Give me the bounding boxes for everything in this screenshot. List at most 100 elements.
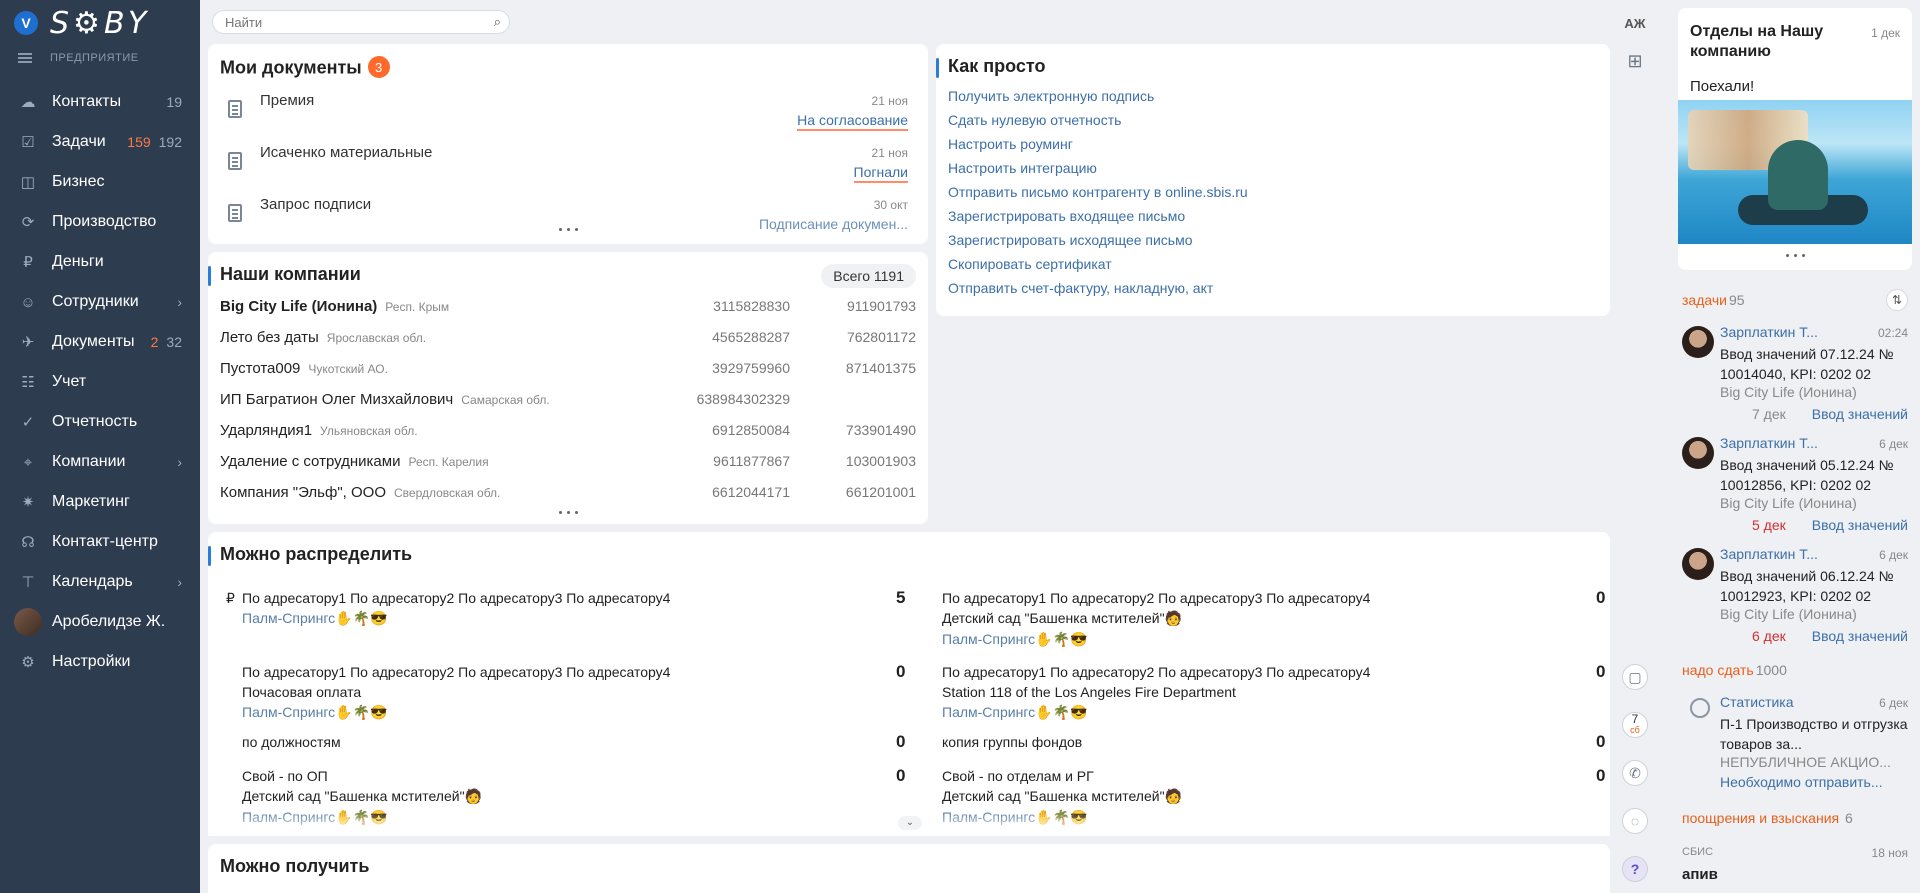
distribute-item[interactable]: По адресатору1 По адресатору2 По адресат… [242, 590, 670, 627]
search-box[interactable]: ⌕ [212, 10, 510, 34]
how-simple-link[interactable]: Скопировать сертификат [948, 256, 1112, 272]
distribute-title: Свой - по отделам и РГ [942, 768, 1094, 784]
how-simple-link[interactable]: Зарегистрировать входящее письмо [948, 208, 1185, 224]
our-companies-title[interactable]: Наши компании [220, 264, 361, 285]
document-row[interactable]: Исаченко материальные 21 ноя Погнали [220, 144, 920, 194]
document-status[interactable]: На согласование [797, 112, 908, 131]
task-item[interactable]: Зарплаткин Т... 6 дек Ввод значений 05.12.… [1682, 435, 1908, 541]
task-action-link[interactable]: Ввод значений [1812, 406, 1908, 422]
org-switcher[interactable]: ПРЕДПРИЯТИЕ [18, 52, 139, 64]
can-distribute-title[interactable]: Можно распределить [220, 544, 412, 565]
statistics-link[interactable]: Необходимо отправить... [1720, 774, 1883, 790]
chevron-down-icon[interactable]: ⌄ [898, 816, 922, 830]
more-dots-icon[interactable] [1783, 250, 1807, 260]
chevron-right-icon[interactable]: › [177, 574, 182, 590]
document-row[interactable]: Запрос подписи 30 окт Подписание докумен..… [220, 196, 920, 246]
more-dots-icon[interactable] [556, 507, 580, 517]
task-item[interactable]: Зарплаткин Т... 02:24 Ввод значений 07.12.… [1682, 324, 1908, 430]
rewards-header[interactable]: поощрения и взыскания 6 [1682, 810, 1853, 826]
nav-item-3[interactable]: ⟳ Производство [0, 202, 200, 242]
task-author[interactable]: Зарплаткин Т... [1720, 435, 1850, 451]
help-button[interactable]: ? [1622, 856, 1648, 882]
how-simple-link[interactable]: Получить электронную подпись [948, 88, 1154, 104]
tasks-count: 95 [1728, 292, 1745, 308]
task-author[interactable]: Зарплаткин Т... [1720, 546, 1850, 562]
nav-item-14[interactable]: ⚙ Настройки [0, 642, 200, 682]
search-icon[interactable]: ⌕ [494, 14, 501, 30]
nav-item-10[interactable]: ✷ Маркетинг [0, 482, 200, 522]
headset-icon: ☊ [21, 534, 35, 551]
logo[interactable]: V S⚙BY [14, 6, 150, 41]
phone-icon[interactable]: ✆ [1622, 760, 1648, 786]
task-item[interactable]: Зарплаткин Т... 6 дек Ввод значений 06.12.… [1682, 546, 1908, 652]
grid-icon[interactable]: ⊞ [1622, 48, 1648, 74]
company-region: Самарская обл. [461, 393, 550, 407]
nav-item-7[interactable]: ☷ Учет [0, 362, 200, 402]
distribute-item[interactable]: копия группы фондов [942, 734, 1082, 750]
more-dots-icon[interactable] [556, 224, 580, 234]
company-row[interactable]: Лето без даты Ярославская обл. 4565288287 7… [220, 329, 916, 353]
task-action-link[interactable]: Ввод значений [1812, 628, 1908, 644]
distribute-item[interactable]: По адресатору1 По адресатору2 По адресат… [242, 664, 670, 721]
nav-item-1[interactable]: ☑ Задачи 159 192 [0, 122, 200, 162]
nav-item-2[interactable]: ◫ Бизнес [0, 162, 200, 202]
distribute-item[interactable]: По адресатору1 По адресатору2 По адресат… [942, 590, 1370, 648]
task-action-link[interactable]: Ввод значений [1812, 517, 1908, 533]
nav-label: Компании [52, 453, 126, 470]
nav-item-8[interactable]: ✓ Отчетность [0, 402, 200, 442]
company-kpp: 661201001 [845, 484, 916, 500]
nav-item-5[interactable]: ☺ Сотрудники › [0, 282, 200, 322]
how-simple-link[interactable]: Сдать нулевую отчетность [948, 112, 1121, 128]
tasks-header[interactable]: задачи 95 [1682, 292, 1745, 308]
distribute-item[interactable]: по должностям [242, 734, 341, 750]
how-simple-link[interactable]: Зарегистрировать исходящее письмо [948, 232, 1193, 248]
chevron-right-icon[interactable]: › [177, 454, 182, 470]
note-icon[interactable]: ▢ [1622, 664, 1648, 690]
company-row[interactable]: Ударляндия1 Ульяновская обл. 6912850084 733… [220, 422, 916, 446]
how-simple-link[interactable]: Отправить счет-фактуру, накладную, акт [948, 280, 1213, 296]
nav-item-4[interactable]: ₽ Деньги [0, 242, 200, 282]
my-documents-title[interactable]: Мои документы 3 [220, 56, 390, 79]
search-input[interactable] [225, 14, 465, 30]
nav-item-0[interactable]: ☁ Контакты 19 [0, 82, 200, 122]
how-simple-link[interactable]: Настроить интеграцию [948, 160, 1097, 176]
company-row[interactable]: Удаление с сотрудниками Респ. Карелия 9611… [220, 453, 916, 477]
company-row[interactable]: Компания "Эльф", ООО Свердловская обл. 661… [220, 484, 916, 508]
nav-count: 159 192 [127, 134, 182, 150]
companies-total[interactable]: Всего 1191 [821, 264, 916, 288]
rewards-label: поощрения и взыскания [1682, 810, 1840, 826]
submit-header[interactable]: надо сдать 1000 [1682, 662, 1787, 678]
calendar-icon[interactable]: 7 сб [1622, 712, 1648, 738]
distribute-item[interactable]: По адресатору1 По адресатору2 По адресат… [942, 664, 1370, 721]
menu-icon[interactable] [18, 53, 32, 63]
document-row[interactable]: Премия 21 ноя На согласование [220, 92, 920, 142]
task-org: Big City Life (Ионина) [1720, 495, 1857, 511]
chat-bubble-icon[interactable]: ◌ [1622, 808, 1648, 834]
nav-item-13[interactable]: Аробелидзе Ж. [0, 602, 200, 642]
nav-item-9[interactable]: ⌖ Компании › [0, 442, 200, 482]
distribute-location: Палм-Спрингс✋🌴😎 [942, 631, 1088, 647]
promo-card[interactable]: Отделы на Нашу компанию 1 дек Поехали! [1678, 8, 1912, 270]
nav-item-12[interactable]: ⊤ Календарь › [0, 562, 200, 602]
nav-count-hot: 159 [127, 134, 151, 150]
statistics-item[interactable]: Статистика 6 дек П-1 Производство и отгр… [1682, 694, 1908, 794]
submit-count: 1000 [1755, 662, 1787, 678]
can-receive-card: Можно получить [208, 844, 1610, 893]
sort-icon[interactable]: ⇅ [1886, 289, 1908, 311]
chevron-right-icon[interactable]: › [177, 294, 182, 310]
document-status[interactable]: Погнали [853, 164, 908, 183]
document-status[interactable]: Подписание докумен... [759, 216, 908, 233]
font-size-toggle[interactable]: АЖ [1622, 10, 1648, 36]
how-simple-link[interactable]: Отправить письмо контрагенту в online.sb… [948, 184, 1248, 200]
company-row[interactable]: Big City Life (Ионина) Респ. Крым 31158288… [220, 298, 916, 322]
company-row[interactable]: ИП Багратион Олег Мизхайлович Самарская о… [220, 391, 916, 415]
nav-item-11[interactable]: ☊ Контакт-центр [0, 522, 200, 562]
how-simple-link[interactable]: Настроить роуминг [948, 136, 1073, 152]
task-author[interactable]: Зарплаткин Т... [1720, 324, 1850, 340]
company-name: Компания "Эльф", ООО [220, 484, 386, 501]
can-receive-title[interactable]: Можно получить [220, 856, 369, 877]
sbis-text[interactable]: апив [1682, 866, 1718, 883]
nav-item-6[interactable]: ✈ Документы 2 32 [0, 322, 200, 362]
company-row[interactable]: Пустота009 Чукотский АО. 3929759960 8714013… [220, 360, 916, 384]
distribute-count: 0 [896, 732, 906, 751]
